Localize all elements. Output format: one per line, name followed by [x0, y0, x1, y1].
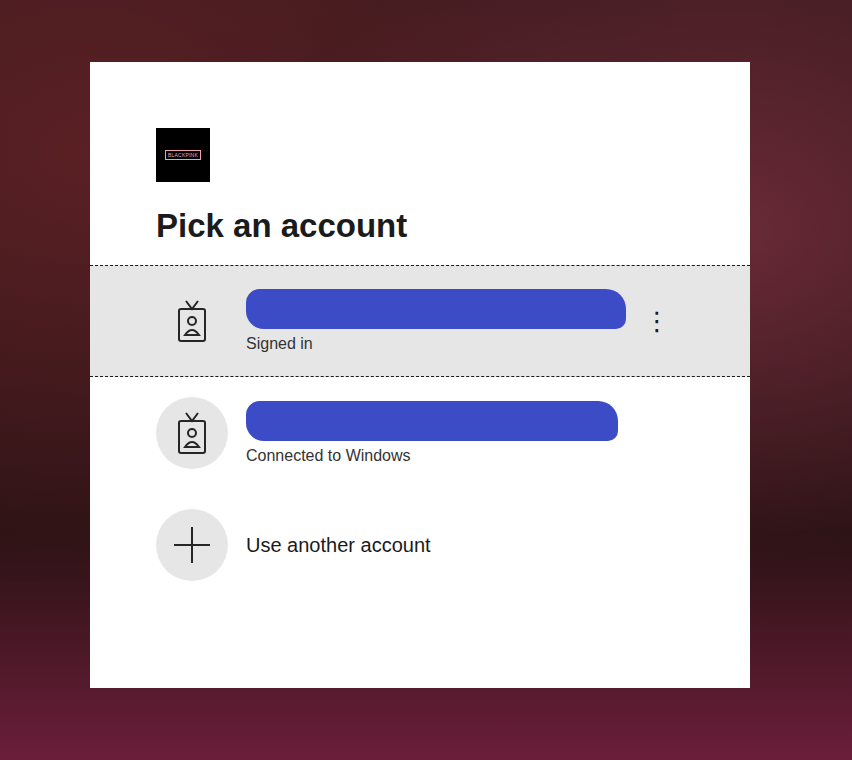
- redacted-name: [246, 401, 618, 441]
- account-row[interactable]: Signed in ⋮: [90, 265, 750, 377]
- logo: BLACKPINK: [156, 128, 210, 182]
- title: Pick an account: [156, 206, 684, 246]
- account-status: Signed in: [246, 335, 626, 353]
- account-status: Connected to Windows: [246, 447, 618, 465]
- redacted-name: [246, 289, 626, 329]
- badge-icon: [176, 299, 208, 343]
- badge-icon: [176, 411, 208, 455]
- more-options-button[interactable]: ⋮: [644, 308, 670, 334]
- account-list: Signed in ⋮ Connected to Windows Use anothe…: [90, 265, 750, 601]
- badge-icon: [156, 285, 228, 357]
- plus-icon: [156, 509, 228, 581]
- plus-icon: [172, 525, 212, 565]
- add-account-row[interactable]: Use another account: [90, 489, 750, 601]
- add-account-label: Use another account: [246, 534, 431, 557]
- account-row[interactable]: Connected to Windows: [90, 377, 750, 489]
- page: BLACKPINK Pick an account Signed in ⋮ Connec…: [0, 0, 852, 760]
- account-picker: BLACKPINK Pick an account Signed in ⋮ Connec…: [90, 62, 750, 688]
- badge-icon: [156, 397, 228, 469]
- logo-text: BLACKPINK: [165, 150, 201, 160]
